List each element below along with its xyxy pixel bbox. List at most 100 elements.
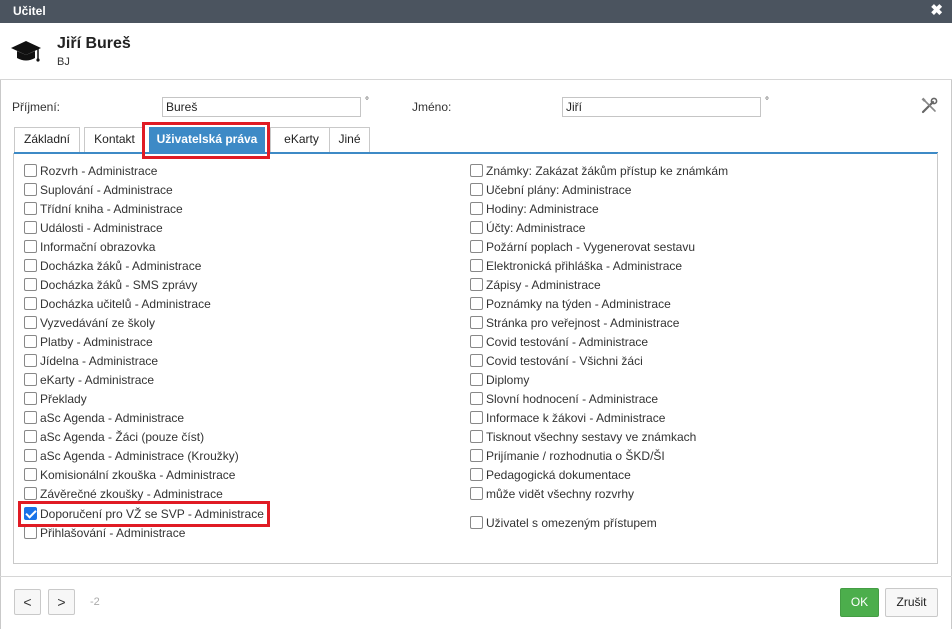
- left-permission-item[interactable]: Docházka žáků - Administrace: [24, 257, 201, 274]
- permission-checkbox[interactable]: [470, 278, 483, 291]
- right-permission-item[interactable]: Poznámky na týden - Administrace: [470, 295, 671, 312]
- permission-label: Docházka učitelů - Administrace: [40, 296, 211, 311]
- firstname-degree-mark: °: [765, 96, 769, 107]
- permission-checkbox[interactable]: [470, 392, 483, 405]
- left-permission-item[interactable]: Jídelna - Administrace: [24, 352, 158, 369]
- permission-label: Účty: Administrace: [486, 220, 586, 235]
- record-counter: -2: [90, 596, 100, 608]
- permission-checkbox[interactable]: [470, 164, 483, 177]
- tab-ekarty[interactable]: eKarty: [270, 127, 333, 152]
- permission-checkbox[interactable]: [24, 183, 37, 196]
- left-permission-item[interactable]: Závěrečné zkoušky - Administrace: [24, 485, 223, 502]
- permission-label: Suplování - Administrace: [40, 182, 173, 197]
- right-permission-item[interactable]: Požární poplach - Vygenerovat sestavu: [470, 238, 695, 255]
- left-permission-item[interactable]: aSc Agenda - Administrace (Kroužky): [24, 447, 239, 464]
- permission-label: Covid testování - Administrace: [486, 334, 649, 349]
- permission-checkbox[interactable]: [470, 487, 483, 500]
- permission-checkbox[interactable]: [470, 183, 483, 196]
- permission-checkbox[interactable]: [470, 240, 483, 253]
- left-permission-item[interactable]: Události - Administrace: [24, 219, 163, 236]
- permission-checkbox[interactable]: [470, 259, 483, 272]
- left-permission-item[interactable]: Vyzvedávání ze školy: [24, 314, 155, 331]
- left-permission-item[interactable]: Informační obrazovka: [24, 238, 155, 255]
- surname-input[interactable]: [162, 97, 361, 117]
- permission-checkbox[interactable]: [24, 164, 37, 177]
- left-permission-item[interactable]: Docházka učitelů - Administrace: [24, 295, 211, 312]
- cancel-button[interactable]: Zrušit: [885, 588, 938, 617]
- permission-checkbox[interactable]: [470, 516, 483, 529]
- permission-checkbox[interactable]: [24, 430, 37, 443]
- permission-checkbox[interactable]: [24, 449, 37, 462]
- right-permission-item[interactable]: Slovní hodnocení - Administrace: [470, 390, 658, 407]
- right-permission-item[interactable]: Pedagogická dokumentace: [470, 466, 631, 483]
- right-permission-item[interactable]: Covid testování - Administrace: [470, 333, 648, 350]
- permission-checkbox[interactable]: [24, 221, 37, 234]
- permission-checkbox[interactable]: [470, 430, 483, 443]
- permission-checkbox[interactable]: [24, 526, 37, 539]
- surname-label: Příjmení:: [12, 100, 61, 114]
- permission-checkbox[interactable]: [24, 240, 37, 253]
- permission-checkbox[interactable]: [470, 411, 483, 424]
- right-permission-item[interactable]: Hodiny: Administrace: [470, 200, 599, 217]
- left-permission-item[interactable]: aSc Agenda - Administrace: [24, 409, 184, 426]
- left-permission-item[interactable]: Rozvrh - Administrace: [24, 162, 157, 179]
- permission-checkbox[interactable]: [24, 411, 37, 424]
- permission-checkbox[interactable]: [470, 221, 483, 234]
- next-button[interactable]: >: [48, 589, 75, 615]
- permission-checkbox[interactable]: [470, 297, 483, 310]
- right-permission-item[interactable]: Informace k žákovi - Administrace: [470, 409, 665, 426]
- permission-checkbox[interactable]: [24, 202, 37, 215]
- right-permission-item[interactable]: Zápisy - Administrace: [470, 276, 601, 293]
- permission-checkbox[interactable]: [470, 202, 483, 215]
- right-permission-item[interactable]: Učební plány: Administrace: [470, 181, 631, 198]
- window-titlebar: Učitel ✖: [0, 0, 952, 23]
- permission-checkbox[interactable]: [470, 373, 483, 386]
- close-icon[interactable]: ✖: [930, 2, 943, 20]
- permission-checkbox[interactable]: [24, 392, 37, 405]
- tab-zakladni[interactable]: Základní: [14, 127, 80, 152]
- right-permission-item[interactable]: Elektronická přihláška - Administrace: [470, 257, 682, 274]
- left-permission-item[interactable]: aSc Agenda - Žáci (pouze číst): [24, 428, 204, 445]
- firstname-label: Jméno:: [412, 100, 452, 114]
- right-permission-item[interactable]: Stránka pro veřejnost - Administrace: [470, 314, 679, 331]
- permission-checkbox[interactable]: [24, 373, 37, 386]
- permission-checkbox[interactable]: [24, 487, 37, 500]
- permission-checkbox[interactable]: [470, 468, 483, 481]
- permission-checkbox[interactable]: [24, 278, 37, 291]
- tools-icon[interactable]: [920, 97, 938, 118]
- right-permission-item[interactable]: Covid testování - Všichni žáci: [470, 352, 643, 369]
- left-permission-item[interactable]: Komisionální zkouška - Administrace: [24, 466, 235, 483]
- permission-checkbox[interactable]: [24, 335, 37, 348]
- left-permission-item[interactable]: Suplování - Administrace: [24, 181, 173, 198]
- right-permission-item[interactable]: může vidět všechny rozvrhy: [470, 485, 634, 502]
- right-permission-item[interactable]: Uživatel s omezeným přístupem: [470, 514, 657, 531]
- ok-button[interactable]: OK: [840, 588, 879, 617]
- right-permission-item[interactable]: Známky: Zakázat žákům přístup ke známkám: [470, 162, 728, 179]
- left-permission-item[interactable]: eKarty - Administrace: [24, 371, 154, 388]
- left-permission-item[interactable]: Docházka žáků - SMS zprávy: [24, 276, 197, 293]
- permission-checkbox[interactable]: [470, 449, 483, 462]
- left-permission-item[interactable]: Překlady: [24, 390, 87, 407]
- right-permission-item[interactable]: Diplomy: [470, 371, 529, 388]
- permission-checkbox[interactable]: [24, 316, 37, 329]
- right-permission-item[interactable]: Účty: Administrace: [470, 219, 585, 236]
- right-permission-item[interactable]: Tisknout všechny sestavy ve známkach: [470, 428, 696, 445]
- tab-kontakt[interactable]: Kontakt: [84, 127, 145, 152]
- prev-button[interactable]: <: [14, 589, 41, 615]
- permission-label: Docházka žáků - Administrace: [40, 258, 202, 273]
- permission-checkbox[interactable]: [24, 297, 37, 310]
- permission-label: Uživatel s omezeným přístupem: [486, 515, 657, 530]
- permission-checkbox[interactable]: [24, 354, 37, 367]
- left-permission-item[interactable]: Platby - Administrace: [24, 333, 153, 350]
- left-permission-item[interactable]: Třídní kniha - Administrace: [24, 200, 183, 217]
- permission-checkbox[interactable]: [470, 354, 483, 367]
- permission-checkbox[interactable]: [470, 316, 483, 329]
- permission-label: Rozvrh - Administrace: [40, 163, 158, 178]
- permission-checkbox[interactable]: [24, 468, 37, 481]
- permission-checkbox[interactable]: [24, 259, 37, 272]
- right-permission-item[interactable]: Prijímanie / rozhodnutia o ŠKD/ŠI: [470, 447, 665, 464]
- tab-jine[interactable]: Jiné: [329, 127, 370, 152]
- permission-label: Závěrečné zkoušky - Administrace: [40, 486, 223, 501]
- firstname-input[interactable]: [562, 97, 761, 117]
- permission-checkbox[interactable]: [470, 335, 483, 348]
